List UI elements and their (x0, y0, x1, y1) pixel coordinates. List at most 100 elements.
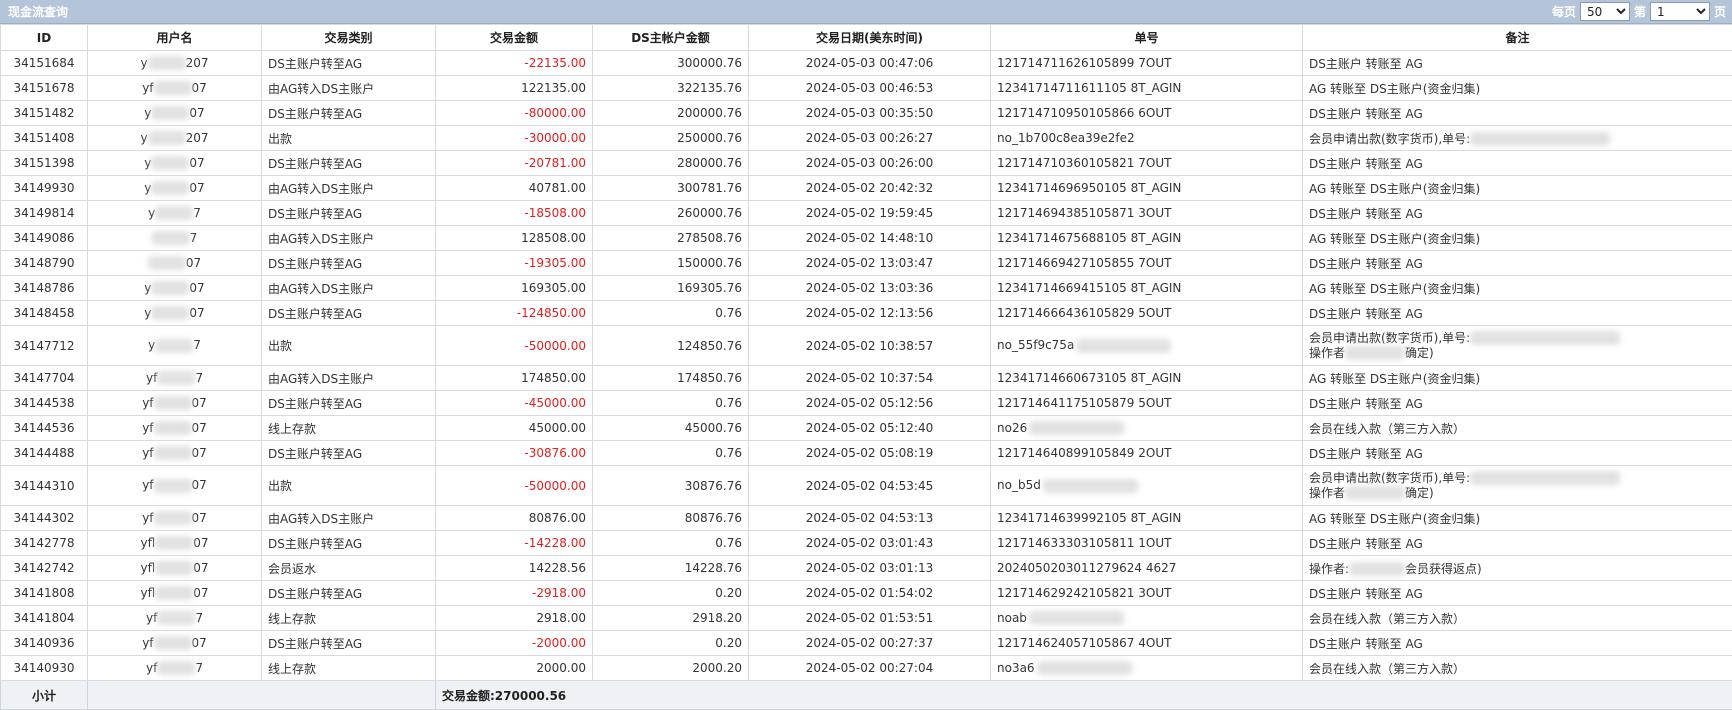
table-row[interactable]: 34144536 yf 07 线上存款 45000.00 45000.76 2024-05-… (0, 415, 1732, 441)
cell-order: 121714710950105866 6OUT (990, 100, 1303, 126)
redacted-block (153, 396, 192, 411)
cell-id: 34144302 (0, 505, 88, 531)
cell-id: 34141804 (0, 605, 88, 631)
cell-id: 34147704 (0, 365, 88, 391)
page-select[interactable]: 1 (1649, 2, 1710, 21)
col-amount-header[interactable]: 交易金额 (435, 24, 593, 51)
cell-note: DS主账户 转账至 AG (1302, 440, 1732, 466)
cell-note: DS主账户 转账至 AG (1302, 390, 1732, 416)
table-row[interactable]: 34142778 yfl 07 DS主账户转至AG -14228.00 0.76 2024-… (0, 530, 1732, 556)
table-row[interactable]: 34151408 y 207 出款 -30000.00 250000.76 2024-05-… (0, 125, 1732, 151)
table-row[interactable]: 34151678 yf 07 由AG转入DS主账户 122135.00 322135.76… (0, 75, 1732, 101)
page-title: 现金流查询 (8, 5, 69, 19)
username-end: 07 (189, 180, 205, 195)
cell-type: DS主账户转至AG (261, 630, 436, 656)
redacted-block (1029, 421, 1125, 436)
table-row[interactable]: 34149930 y 07 由AG转入DS主账户 40781.00 300781.76 20… (0, 175, 1732, 201)
table-row[interactable]: 34147704 yf 7 由AG转入DS主账户 174850.00 174850.76 2… (0, 365, 1732, 391)
subtotal-row: 小计 交易金额:270000.56 (0, 680, 1732, 710)
cell-balance: 0.76 (592, 530, 749, 556)
table-row[interactable]: 34144488 yf 07 DS主账户转至AG -30876.00 0.76 2024-0… (0, 440, 1732, 466)
note-text: AG 转账至 DS主账户(资金归集) (1309, 231, 1481, 246)
table-row[interactable]: 34141804 yf 7 线上存款 2918.00 2918.20 2024-05-02 … (0, 605, 1732, 631)
cell-amount: -30876.00 (435, 440, 593, 466)
cell-order: 121714710360105821 7OUT (990, 150, 1303, 176)
table-row[interactable]: 34151482 y 07 DS主账户转至AG -80000.00 200000.76 20… (0, 100, 1732, 126)
cell-type: 出款 (261, 325, 436, 366)
cell-username: yf 07 (87, 630, 262, 656)
table-row[interactable]: 34148790 07 DS主账户转至AG -19305.00 150000.76 202… (0, 250, 1732, 276)
redacted-block (1470, 471, 1621, 485)
cell-date: 2024-05-02 00:27:37 (748, 630, 991, 656)
table-row[interactable]: 34148786 y 07 由AG转入DS主账户 169305.00 169305.76 2… (0, 275, 1732, 301)
col-date-header[interactable]: 交易日期(美东时间) (748, 24, 991, 51)
note-text: AG 转账至 DS主账户(资金归集) (1309, 181, 1481, 196)
cell-date: 2024-05-03 00:47:06 (748, 50, 991, 76)
cell-date: 2024-05-02 19:59:45 (748, 200, 991, 226)
cell-balance: 169305.76 (592, 275, 749, 301)
col-balance-header[interactable]: DS主帐户金额 (592, 24, 749, 51)
cell-note: AG 转账至 DS主账户(资金归集) (1302, 505, 1732, 531)
cell-balance: 150000.76 (592, 250, 749, 276)
table-row[interactable]: 34148458 y 07 DS主账户转至AG -124850.00 0.76 2024-0… (0, 300, 1732, 326)
note-text: DS主账户 转账至 AG (1309, 256, 1423, 271)
cell-note: DS主账户 转账至 AG (1302, 530, 1732, 556)
table-row[interactable]: 34149814 y 7 DS主账户转至AG -18508.00 260000.76 202… (0, 200, 1732, 226)
col-id-header[interactable]: ID (0, 24, 88, 51)
cell-balance: 80876.76 (592, 505, 749, 531)
username-start: y (144, 180, 152, 195)
note-text: DS主账户 转账至 AG (1309, 446, 1423, 461)
cell-note: 会员在线入款（第三方入款） (1302, 415, 1732, 441)
cell-id: 34151678 (0, 75, 88, 101)
cell-balance: 2918.20 (592, 605, 749, 631)
cell-id: 34142742 (0, 555, 88, 581)
cell-balance: 250000.76 (592, 125, 749, 151)
table-row[interactable]: 34144310 yf 07 出款 -50000.00 30876.76 2024-05-0… (0, 465, 1732, 506)
col-note-header[interactable]: 备注 (1302, 24, 1732, 51)
cell-id: 34144536 (0, 415, 88, 441)
order-number: 12341714669415105 8T_AGIN (997, 281, 1182, 295)
table-row[interactable]: 34140930 yf 7 线上存款 2000.00 2000.20 2024-05-02 … (0, 655, 1732, 681)
table-row[interactable]: 34140936 yf 07 DS主账户转至AG -2000.00 0.20 2024-05… (0, 630, 1732, 656)
table-row[interactable]: 34141808 yfl 07 DS主账户转至AG -2918.00 0.20 2024-0… (0, 580, 1732, 606)
cell-id: 34151398 (0, 150, 88, 176)
cell-balance: 280000.76 (592, 150, 749, 176)
cell-note: DS主账户 转账至 AG (1302, 50, 1732, 76)
cell-note: DS主账户 转账至 AG (1302, 300, 1732, 326)
col-username-header[interactable]: 用户名 (87, 24, 262, 51)
per-page-select[interactable]: 50 (1579, 2, 1630, 21)
cell-date: 2024-05-02 05:12:56 (748, 390, 991, 416)
table-row[interactable]: 34142742 yfl 07 会员返水 14228.56 14228.76 2024-05… (0, 555, 1732, 581)
redacted-block (157, 371, 196, 386)
table-row[interactable]: 34149086 7 由AG转入DS主账户 128508.00 278508.76 202… (0, 225, 1732, 251)
table-row[interactable]: 34151684 y 207 DS主账户转至AG -22135.00 300000.76 2… (0, 50, 1732, 76)
cell-type: DS主账户转至AG (261, 530, 436, 556)
cell-balance: 124850.76 (592, 325, 749, 366)
username-start: yf (142, 395, 154, 410)
redacted-block (151, 231, 190, 246)
table-row[interactable]: 34147712 y 7 出款 -50000.00 124850.76 2024-05-02… (0, 325, 1732, 366)
cell-amount: 14228.56 (435, 555, 593, 581)
cell-amount: -50000.00 (435, 325, 593, 366)
cell-order: 12341714675688105 8T_AGIN (990, 225, 1303, 251)
redacted-block (153, 511, 192, 526)
cell-date: 2024-05-02 04:53:45 (748, 465, 991, 506)
order-number: no_1b700c8ea39e2fe2 (997, 131, 1135, 145)
cell-username: yf 07 (87, 390, 262, 416)
order-number: 121714640899105849 2OUT (997, 446, 1172, 460)
table-row[interactable]: 34144302 yf 07 由AG转入DS主账户 80876.00 80876.76 20… (0, 505, 1732, 531)
username-start: y (148, 338, 156, 353)
redacted-block (147, 131, 186, 146)
order-number: 121714629242105821 3OUT (997, 586, 1172, 600)
col-type-header[interactable]: 交易类别 (261, 24, 436, 51)
cell-date: 2024-05-02 10:37:54 (748, 365, 991, 391)
table-row[interactable]: 34144538 yf 07 DS主账户转至AG -45000.00 0.76 2024-0… (0, 390, 1732, 416)
cell-amount: -2918.00 (435, 580, 593, 606)
cell-order: 121714640899105849 2OUT (990, 440, 1303, 466)
table-row[interactable]: 34151398 y 07 DS主账户转至AG -20781.00 280000.76 20… (0, 150, 1732, 176)
cell-note: DS主账户 转账至 AG (1302, 630, 1732, 656)
page-prefix-label: 第 (1633, 5, 1646, 19)
cell-id: 34148458 (0, 300, 88, 326)
note-text: DS主账户 转账至 AG (1309, 586, 1423, 601)
col-order-header[interactable]: 单号 (990, 24, 1303, 51)
